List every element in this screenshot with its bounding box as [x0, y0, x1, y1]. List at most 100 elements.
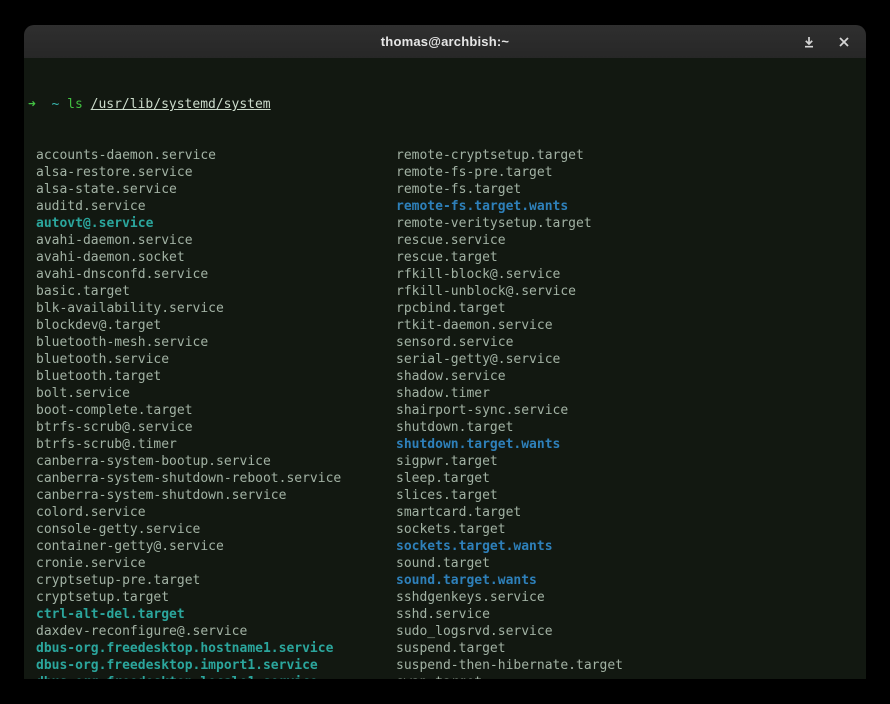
file-entry: canberra-system-shutdown.service	[36, 487, 396, 504]
terminal-content[interactable]: ➜ ~ ls /usr/lib/systemd/system accounts-…	[24, 58, 866, 679]
file-entry: sockets.target	[396, 522, 506, 537]
file-entry: blockdev@.target	[36, 317, 396, 334]
listing-row: btrfs-scrub@.timershutdown.target.wants	[28, 436, 866, 453]
file-entry: shadow.timer	[396, 386, 490, 401]
file-entry: daxdev-reconfigure@.service	[36, 623, 396, 640]
file-entry: sudo_logsrvd.service	[396, 624, 553, 639]
listing-row: dbus-org.freedesktop.import1.servicesusp…	[28, 657, 866, 674]
listing-row: container-getty@.servicesockets.target.w…	[28, 538, 866, 555]
file-entry: rescue.service	[396, 233, 506, 248]
file-entry: alsa-state.service	[36, 181, 396, 198]
file-entry: sound.target	[396, 556, 490, 571]
prompt-argument: /usr/lib/systemd/system	[91, 97, 271, 112]
file-entry: sshdgenkeys.service	[396, 590, 545, 605]
file-entry: dbus-org.freedesktop.import1.service	[36, 657, 396, 674]
file-entry: rfkill-block@.service	[396, 267, 560, 282]
file-entry: cronie.service	[36, 555, 396, 572]
close-icon[interactable]	[836, 34, 852, 50]
listing-row: alsa-state.serviceremote-fs.target	[28, 181, 866, 198]
listing-row: blockdev@.targetrtkit-daemon.service	[28, 317, 866, 334]
file-entry: remote-fs.target	[396, 182, 521, 197]
file-entry: dbus-org.freedesktop.hostname1.service	[36, 640, 396, 657]
file-entry: shadow.service	[396, 369, 506, 384]
listing-row: canberra-system-shutdown.serviceslices.t…	[28, 487, 866, 504]
file-entry: remote-fs-pre.target	[396, 165, 553, 180]
listing-row: bluetooth.targetshadow.service	[28, 368, 866, 385]
file-entry: serial-getty@.service	[396, 352, 560, 367]
listing-row: canberra-system-shutdown-reboot.services…	[28, 470, 866, 487]
file-entry: avahi-dnsconfd.service	[36, 266, 396, 283]
file-entry: remote-fs.target.wants	[396, 199, 568, 214]
file-entry: sigpwr.target	[396, 454, 498, 469]
file-entry: alsa-restore.service	[36, 164, 396, 181]
file-entry: bolt.service	[36, 385, 396, 402]
listing-row: autovt@.serviceremote-veritysetup.target	[28, 215, 866, 232]
titlebar-buttons	[801, 34, 852, 50]
file-entry: cryptsetup-pre.target	[36, 572, 396, 589]
file-entry: colord.service	[36, 504, 396, 521]
file-entry: shutdown.target.wants	[396, 437, 560, 452]
file-entry: btrfs-scrub@.service	[36, 419, 396, 436]
file-entry: suspend-then-hibernate.target	[396, 658, 623, 673]
file-entry: auditd.service	[36, 198, 396, 215]
file-entry: canberra-system-shutdown-reboot.service	[36, 470, 396, 487]
listing-row: colord.servicesmartcard.target	[28, 504, 866, 521]
file-entry: suspend.target	[396, 641, 506, 656]
listing-row: boot-complete.targetshairport-sync.servi…	[28, 402, 866, 419]
shell-prompt: ➜ ~ ls /usr/lib/systemd/system	[28, 96, 866, 113]
file-entry: bluetooth.service	[36, 351, 396, 368]
listing-row: accounts-daemon.serviceremote-cryptsetup…	[28, 147, 866, 164]
prompt-arrow-icon: ➜	[28, 97, 36, 112]
listing-row: dbus-org.freedesktop.hostname1.servicesu…	[28, 640, 866, 657]
file-entry: remote-cryptsetup.target	[396, 148, 584, 163]
window-title: thomas@archbish:~	[24, 34, 866, 49]
file-entry: console-getty.service	[36, 521, 396, 538]
file-entry: basic.target	[36, 283, 396, 300]
file-entry: btrfs-scrub@.timer	[36, 436, 396, 453]
file-entry: accounts-daemon.service	[36, 147, 396, 164]
listing-row: avahi-daemon.socketrescue.target	[28, 249, 866, 266]
file-entry: bluetooth-mesh.service	[36, 334, 396, 351]
file-entry: avahi-daemon.service	[36, 232, 396, 249]
listing-row: console-getty.servicesockets.target	[28, 521, 866, 538]
listing-row: auditd.serviceremote-fs.target.wants	[28, 198, 866, 215]
file-entry: sockets.target.wants	[396, 539, 553, 554]
file-entry: canberra-system-bootup.service	[36, 453, 396, 470]
file-entry: blk-availability.service	[36, 300, 396, 317]
download-icon[interactable]	[801, 34, 817, 50]
file-entry: sleep.target	[396, 471, 490, 486]
file-listing: accounts-daemon.serviceremote-cryptsetup…	[28, 147, 866, 679]
file-entry: sensord.service	[396, 335, 513, 350]
prompt-command: ls	[67, 97, 83, 112]
file-entry: rfkill-unblock@.service	[396, 284, 576, 299]
listing-row: canberra-system-bootup.servicesigpwr.tar…	[28, 453, 866, 470]
file-entry: ctrl-alt-del.target	[36, 606, 396, 623]
listing-row: blk-availability.servicerpcbind.target	[28, 300, 866, 317]
listing-row: basic.targetrfkill-unblock@.service	[28, 283, 866, 300]
file-entry: shutdown.target	[396, 420, 513, 435]
file-entry: rtkit-daemon.service	[396, 318, 553, 333]
listing-row: bolt.serviceshadow.timer	[28, 385, 866, 402]
file-entry: avahi-daemon.socket	[36, 249, 396, 266]
file-entry: rpcbind.target	[396, 301, 506, 316]
listing-row: cryptsetup.targetsshdgenkeys.service	[28, 589, 866, 606]
file-entry: remote-veritysetup.target	[396, 216, 592, 231]
file-entry: autovt@.service	[36, 215, 396, 232]
listing-row: alsa-restore.serviceremote-fs-pre.target	[28, 164, 866, 181]
listing-row: cronie.servicesound.target	[28, 555, 866, 572]
terminal-window: thomas@archbish:~ ➜ ~ ls /usr/lib/system…	[24, 25, 866, 679]
listing-row: avahi-dnsconfd.servicerfkill-block@.serv…	[28, 266, 866, 283]
listing-row: ctrl-alt-del.targetsshd.service	[28, 606, 866, 623]
listing-row: bluetooth.serviceserial-getty@.service	[28, 351, 866, 368]
file-entry: cryptsetup.target	[36, 589, 396, 606]
file-entry: shairport-sync.service	[396, 403, 568, 418]
file-entry: sshd.service	[396, 607, 490, 622]
file-entry: bluetooth.target	[36, 368, 396, 385]
listing-row: dbus-org.freedesktop.locale1.serviceswap…	[28, 674, 866, 679]
titlebar[interactable]: thomas@archbish:~	[24, 25, 866, 58]
listing-row: bluetooth-mesh.servicesensord.service	[28, 334, 866, 351]
file-entry: slices.target	[396, 488, 498, 503]
file-entry: dbus-org.freedesktop.locale1.service	[36, 674, 396, 679]
file-entry: boot-complete.target	[36, 402, 396, 419]
file-entry: sound.target.wants	[396, 573, 537, 588]
